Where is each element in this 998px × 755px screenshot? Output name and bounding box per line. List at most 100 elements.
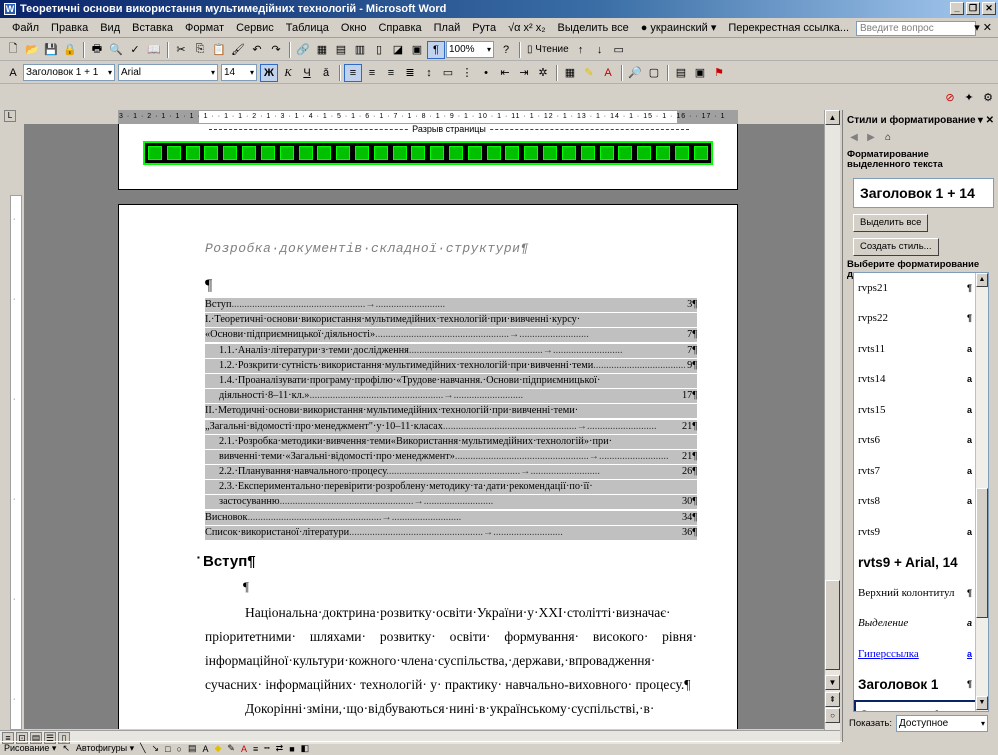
new-icon[interactable]: 🗋 <box>4 41 22 59</box>
style-scroll-thumb[interactable] <box>976 488 988 618</box>
question-input[interactable]: Введите вопрос <box>856 21 976 36</box>
save-icon[interactable]: 💾 <box>42 41 60 59</box>
menu-plai[interactable]: Плай <box>428 22 467 34</box>
copy-icon[interactable]: ⎘ <box>191 41 209 59</box>
scroll-down-icon[interactable]: ▼ <box>825 675 840 690</box>
excel-icon[interactable]: ▥ <box>351 41 369 59</box>
undo-icon[interactable]: ↶ <box>248 41 266 59</box>
style-list-item[interactable]: Заголовок 1 + <box>854 700 978 711</box>
fill-color-icon[interactable]: ◆ <box>214 743 221 754</box>
style-list-item[interactable]: Верхний колонтитул ¶ <box>854 578 978 609</box>
style-list-item[interactable]: Гиперссылка a <box>854 639 978 670</box>
format-painter-icon[interactable]: 🖌 <box>229 41 247 59</box>
toc-entry[interactable]: 1.1.·Аналіз·літератури·з·теми·дослідженн… <box>205 343 697 358</box>
toc-entry[interactable]: діяльності·8–11·кл.»....................… <box>205 389 697 404</box>
menu-window[interactable]: Окно <box>335 22 373 34</box>
show-select[interactable]: Доступное ▾ <box>896 715 989 732</box>
sort-asc-icon[interactable]: ↑ <box>572 41 590 59</box>
menu-file[interactable]: Файл <box>6 22 45 34</box>
print-preview-icon[interactable]: 🔍 <box>107 41 125 59</box>
browse-object-icon[interactable]: ○ <box>825 708 840 723</box>
italic-icon[interactable]: К <box>279 64 297 82</box>
task-pane-close-icon[interactable]: ▾ ✕ <box>978 115 994 126</box>
line-spacing-icon[interactable]: ↕ <box>420 64 438 82</box>
form-icon[interactable]: ▭ <box>610 41 628 59</box>
link-tool-icon[interactable]: ⚙ <box>979 88 997 106</box>
prev-page-icon[interactable]: ⇞ <box>825 692 840 707</box>
flag-icon[interactable]: ⚑ <box>710 64 728 82</box>
menu-tools[interactable]: Сервис <box>230 22 280 34</box>
help-icon[interactable]: ? <box>497 41 515 59</box>
menu-language[interactable]: ● украинский ▾ <box>635 21 723 34</box>
style-list-item[interactable]: Выделение a <box>854 609 978 639</box>
equation-icon[interactable]: √α x² x₂ <box>502 22 551 34</box>
toc-entry[interactable]: Список·використаної·літератури..........… <box>205 525 697 540</box>
menu-edit[interactable]: Правка <box>45 22 94 34</box>
tab-stop-selector[interactable]: L <box>4 110 16 122</box>
cut-icon[interactable]: ✂ <box>172 41 190 59</box>
toc-entry[interactable]: 1.4.·Проаналізувати·програму·профілю·«Тр… <box>205 373 697 388</box>
styles-pane-icon[interactable]: A <box>4 64 22 82</box>
numbering-icon[interactable]: ⋮ <box>458 64 476 82</box>
style-select[interactable]: Заголовок 1 + 1 ▾ <box>23 64 115 81</box>
borders-icon[interactable]: ▦ <box>561 64 579 82</box>
line-style-icon[interactable]: ≡ <box>253 744 258 754</box>
doc-map-icon[interactable]: ▣ <box>408 41 426 59</box>
restore-button[interactable]: ❐ <box>966 2 980 15</box>
toc-entry[interactable]: Вступ...................................… <box>205 298 697 312</box>
toc-entry[interactable]: вивченні·теми·«Загальні·відомості·про·ме… <box>205 449 697 464</box>
back-icon[interactable]: ◀ <box>847 131 861 145</box>
style-list-item[interactable]: rvts7 a <box>854 456 978 487</box>
table-of-contents[interactable]: Вступ...................................… <box>205 298 697 541</box>
style-list-item[interactable]: rvts9 + Arial, 14 <box>854 548 978 578</box>
scroll-up-icon[interactable]: ▲ <box>825 110 840 125</box>
line-icon[interactable]: ╲ <box>140 743 145 754</box>
style-list-item[interactable]: rvps22 ¶ <box>854 304 978 334</box>
web-layout-icon[interactable]: ▤ <box>672 64 690 82</box>
stop-icon[interactable]: ⊘ <box>941 88 959 106</box>
autoshapes-menu[interactable]: Автофигуры ▾ <box>76 743 134 754</box>
line-color-icon[interactable]: ✎ <box>227 743 235 754</box>
create-style-button[interactable]: Создать стиль... <box>853 238 939 256</box>
minimize-button[interactable]: _ <box>950 2 964 15</box>
menu-table[interactable]: Таблица <box>280 22 335 34</box>
document-vertical-scrollbar[interactable]: ▲ ▼ ⇞ ○ <box>824 110 840 730</box>
wordart-icon[interactable]: A <box>202 744 208 754</box>
menu-help[interactable]: Справка <box>372 22 427 34</box>
hyperlink-icon[interactable]: 🔗 <box>294 41 312 59</box>
arrow-icon[interactable]: ↘ <box>152 743 160 754</box>
asian-layout-icon[interactable]: ✲ <box>534 64 552 82</box>
zoom-in-icon[interactable]: 🔎 <box>626 64 644 82</box>
style-scroll-down-icon[interactable]: ▼ <box>976 696 988 710</box>
scroll-thumb[interactable] <box>825 580 840 670</box>
align-center-icon[interactable]: ≡ <box>363 64 381 82</box>
style-list-item[interactable]: rvts9 a <box>854 517 978 548</box>
show-hide-icon[interactable]: ¶ <box>427 40 445 59</box>
toc-entry[interactable]: І.·Теоретичні·основи·використання·мульти… <box>205 313 697 328</box>
read-button[interactable]: ▯ Чтение <box>527 44 569 55</box>
highlight-icon[interactable]: ✎ <box>580 64 598 82</box>
draw-menu[interactable]: Рисование ▾ <box>4 743 56 754</box>
research-icon[interactable]: 📖 <box>145 41 163 59</box>
menu-select-all[interactable]: Выделить все <box>552 22 635 34</box>
open-icon[interactable]: 📂 <box>23 41 41 59</box>
toc-entry[interactable]: застосуванню............................… <box>205 495 697 510</box>
style-list-item[interactable]: rvps21 ¶ <box>854 273 978 304</box>
frame-icon[interactable]: ▢ <box>645 64 663 82</box>
style-list-item[interactable]: rvts11 a <box>854 334 978 365</box>
font-size-select[interactable]: 14 ▾ <box>221 64 257 81</box>
paste-icon[interactable]: 📋 <box>210 41 228 59</box>
columns-icon[interactable]: ▯ <box>370 41 388 59</box>
style-scroll-up-icon[interactable]: ▲ <box>976 273 988 287</box>
menu-format[interactable]: Формат <box>179 22 230 34</box>
toc-entry[interactable]: 1.2.·Розкрити·сутність·використання·муль… <box>205 358 697 373</box>
home-icon[interactable]: ⌂ <box>881 131 895 145</box>
body-text[interactable]: Національна·доктрина·розвитку·освіти·Укр… <box>205 601 697 721</box>
bold-icon[interactable]: Ж <box>260 63 278 82</box>
toc-entry[interactable]: 2.3.·Експериментально·перевірити·розробл… <box>205 480 697 495</box>
oval-icon[interactable]: ○ <box>177 744 182 754</box>
menu-view[interactable]: Вид <box>94 22 126 34</box>
toc-entry[interactable]: «Основи·підприємницької·діяльності».....… <box>205 328 697 343</box>
style-list[interactable]: ▲ ▼ rvps21 ¶ rvps22 ¶ rvts11 a rvts14 a rvts15 a r… <box>853 272 989 712</box>
close-button[interactable]: ✕ <box>982 2 996 15</box>
